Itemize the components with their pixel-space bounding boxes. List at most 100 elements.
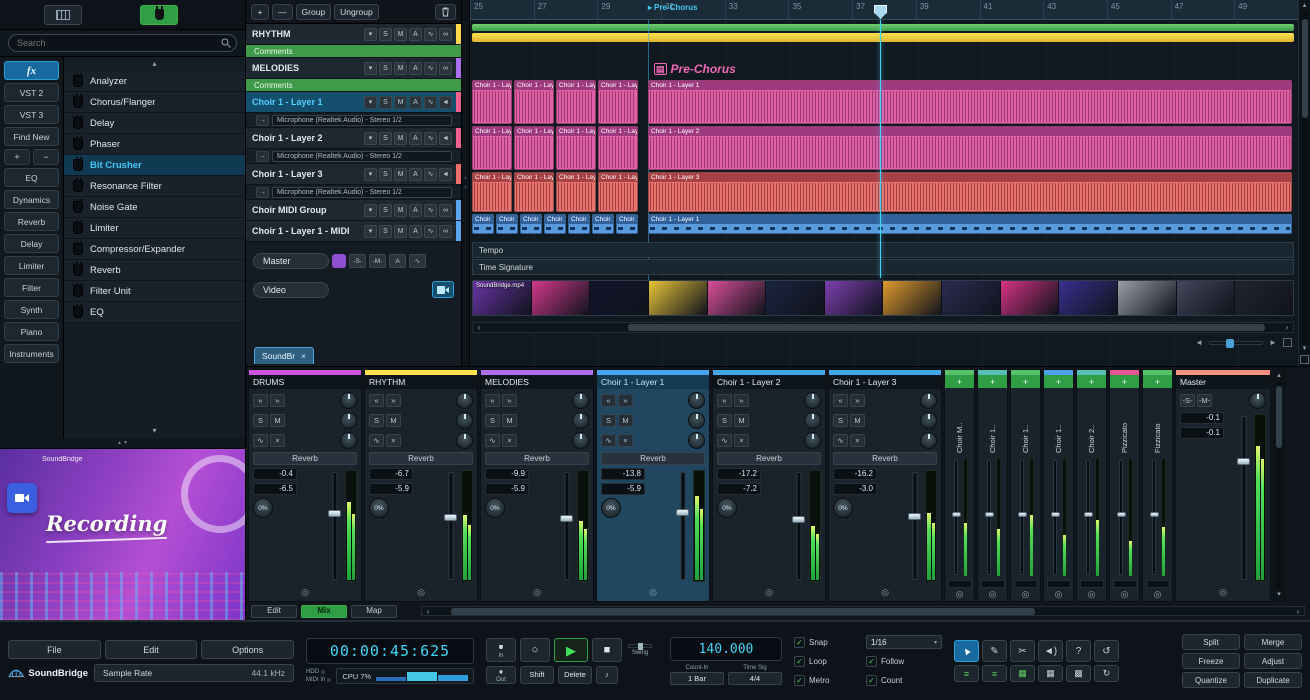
- volume-fader[interactable]: [908, 470, 922, 582]
- speaker-icon[interactable]: ◄: [439, 132, 452, 145]
- count-in-button[interactable]: 1 Bar: [670, 672, 724, 685]
- mixer-channel[interactable]: RHYTHM«»SM∿×Reverb-6.7-5.90%◎: [364, 369, 478, 602]
- collapse-icon[interactable]: ▾: [364, 225, 377, 238]
- category-vst-2[interactable]: VST 2: [4, 83, 59, 102]
- track-a-button[interactable]: A: [409, 28, 422, 41]
- group-instruments[interactable]: Instruments: [4, 344, 59, 363]
- pads-view[interactable]: ▦: [1038, 665, 1063, 682]
- scroll-up-icon[interactable]: ▴: [1303, 2, 1307, 10]
- pan-percent-knob[interactable]: 0%: [833, 498, 853, 518]
- clip-area[interactable]: ▤ Pre-Chorus Choir 1 - Layer 1Choir 1 - …: [470, 20, 1298, 366]
- mixer-vscroll[interactable]: ▴▾: [1273, 369, 1285, 602]
- add-send-button[interactable]: +: [945, 375, 974, 388]
- mute-button[interactable]: M: [270, 414, 285, 427]
- plugin-item[interactable]: Reverb: [64, 260, 245, 281]
- mute-button[interactable]: M: [618, 414, 633, 427]
- fit-screen-icon[interactable]: [1283, 338, 1292, 347]
- mute-button[interactable]: M: [502, 414, 517, 427]
- playhead[interactable]: [880, 20, 881, 278]
- mixer-channel[interactable]: MELODIES«»SM∿×Reverb-9.9-5.90%◎: [480, 369, 594, 602]
- video-thumbnail[interactable]: [825, 281, 883, 315]
- play-button[interactable]: ▶: [554, 638, 588, 662]
- category-find-new[interactable]: Find New: [4, 127, 59, 146]
- monitor-output-button[interactable]: Out: [486, 666, 516, 684]
- volume-fader[interactable]: [560, 470, 574, 582]
- mixer-master-channel[interactable]: Master-S--M--0.1-0.1◎: [1175, 369, 1271, 602]
- stop-button[interactable]: ■: [592, 638, 622, 662]
- track-s-button[interactable]: S: [379, 204, 392, 217]
- group-button[interactable]: Group: [296, 4, 332, 20]
- pan-knob[interactable]: [456, 412, 473, 429]
- volume-fader[interactable]: [1150, 458, 1159, 577]
- input-row[interactable]: →Microphone (Realtek Audio) - Stereo 1/2: [246, 149, 461, 164]
- mute-button[interactable]: M: [386, 414, 401, 427]
- shift-button[interactable]: Shift: [520, 666, 554, 684]
- time-signature-lane[interactable]: Time Signature: [472, 259, 1294, 275]
- audio-clip[interactable]: Choir 1 - Layer 1: [472, 80, 512, 124]
- track-row[interactable]: Choir 1 - Layer 1 - MIDI▾SMA∿∞: [246, 221, 461, 242]
- next-icon[interactable]: »: [850, 394, 865, 407]
- crossfade-icon[interactable]: ×: [270, 434, 285, 447]
- mixer-channel-narrow[interactable]: +Choir M..◎: [944, 369, 975, 602]
- video-thumbnail[interactable]: [532, 281, 590, 315]
- next-icon[interactable]: »: [618, 394, 633, 407]
- swing-slider[interactable]: [628, 644, 652, 648]
- send-reverb-button[interactable]: Reverb: [253, 452, 357, 465]
- plugin-item[interactable]: Analyzer: [64, 71, 245, 92]
- scroll-up-button[interactable]: ▴: [64, 57, 245, 71]
- toggle-metro[interactable]: ✓Metro: [794, 672, 858, 688]
- video-thumbnail[interactable]: [1177, 281, 1235, 315]
- mixer-channel-narrow[interactable]: +Choir 1..◎: [977, 369, 1008, 602]
- midi-clip[interactable]: Choir 1 - Layer 1: [544, 214, 566, 234]
- gain-knob[interactable]: [920, 392, 937, 409]
- volume-fader[interactable]: [1084, 458, 1093, 577]
- group-eq[interactable]: EQ: [4, 168, 59, 187]
- track-s-button[interactable]: S: [379, 225, 392, 238]
- send-reverb-button[interactable]: Reverb: [485, 452, 589, 465]
- prev-icon[interactable]: «: [601, 394, 616, 407]
- automation-icon[interactable]: ∿: [833, 434, 848, 447]
- record-button[interactable]: ○: [520, 638, 550, 662]
- tab-mix[interactable]: Mix: [301, 605, 347, 618]
- menu-edit[interactable]: Edit: [105, 640, 198, 659]
- track-s-button[interactable]: S: [379, 62, 392, 75]
- midi-clip[interactable]: Choir 1 - Layer 1: [568, 214, 590, 234]
- track-m-button[interactable]: M: [394, 28, 407, 41]
- solo-button[interactable]: S: [369, 414, 384, 427]
- fit-vertical-icon[interactable]: [1300, 355, 1309, 364]
- audition-tool[interactable]: ◄): [1038, 640, 1063, 662]
- video-camera-button[interactable]: [432, 281, 454, 298]
- master-mute-button[interactable]: -M-: [1197, 394, 1212, 407]
- delete-track-button[interactable]: [435, 4, 456, 20]
- pencil-tool[interactable]: ✎: [982, 640, 1007, 662]
- automation-icon[interactable]: ∿: [424, 204, 437, 217]
- plugin-item[interactable]: Filter Unit: [64, 281, 245, 302]
- expand-right-icon[interactable]: ›: [464, 184, 466, 191]
- speaker-icon[interactable]: ◄: [439, 168, 452, 181]
- track-a-button[interactable]: A: [409, 132, 422, 145]
- master-automation-button[interactable]: A: [389, 254, 406, 268]
- gain-knob[interactable]: [804, 392, 821, 409]
- scroll-right-icon[interactable]: ›: [1281, 323, 1293, 332]
- plugin-item[interactable]: Limiter: [64, 218, 245, 239]
- add-send-button[interactable]: +: [978, 375, 1007, 388]
- next-icon[interactable]: »: [734, 394, 749, 407]
- marker-prechorus[interactable]: ▸ Pre-Chorus: [648, 3, 698, 12]
- gain-knob[interactable]: [572, 392, 589, 409]
- vscroll-thumb[interactable]: [1276, 386, 1282, 448]
- track-row[interactable]: Choir 1 - Layer 3▾SMA∿◄: [246, 164, 461, 185]
- volume-fader[interactable]: [676, 470, 690, 582]
- piano-roll-button[interactable]: [44, 5, 82, 25]
- track-m-button[interactable]: M: [394, 204, 407, 217]
- gain-knob[interactable]: [456, 392, 473, 409]
- width-knob[interactable]: [456, 432, 473, 449]
- next-icon[interactable]: »: [270, 394, 285, 407]
- video-thumbnail[interactable]: [1235, 281, 1293, 315]
- automation-icon[interactable]: ∿: [253, 434, 268, 447]
- prev-icon[interactable]: «: [369, 394, 384, 407]
- width-knob[interactable]: [804, 432, 821, 449]
- midi-clip[interactable]: Choir 1 - Layer 1: [520, 214, 542, 234]
- solo-button[interactable]: S: [601, 414, 616, 427]
- mixer-channel-narrow[interactable]: +Pizzicato◎: [1109, 369, 1140, 602]
- fader-handle[interactable]: [1150, 512, 1159, 517]
